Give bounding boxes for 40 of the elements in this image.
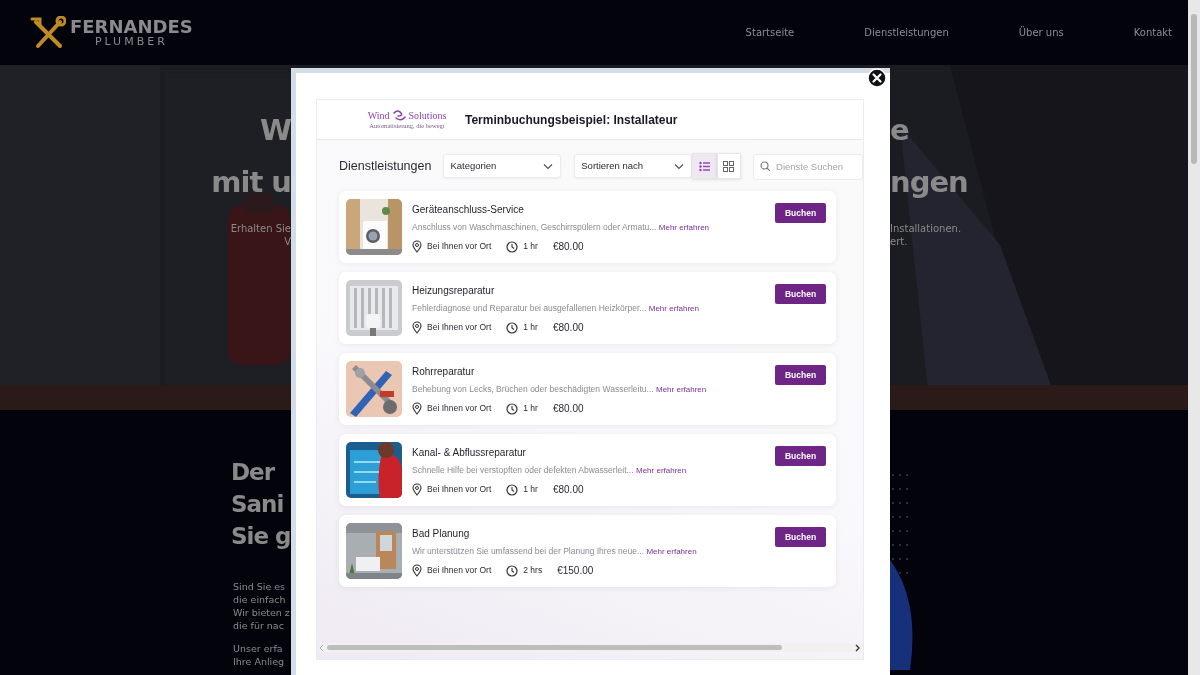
location-text: Bei Ihnen vor Ort: [427, 483, 492, 496]
location-pin-icon: [412, 564, 422, 577]
service-title: Kanal- & Abflussreparatur: [412, 446, 527, 459]
location-text: Bei Ihnen vor Ort: [427, 564, 492, 577]
body-text: Ihre Anlieg: [232, 655, 286, 668]
body-text: Unser erfa: [232, 642, 284, 655]
body-text: Sind Sie es: [232, 580, 287, 593]
clock-icon: [506, 564, 519, 577]
scroll-left-icon: [319, 643, 324, 652]
body-text: die für nac: [232, 619, 285, 632]
body-text: Wir bieten z: [232, 606, 291, 619]
section-heading-text: Der: [230, 458, 276, 487]
clock-icon: [506, 483, 519, 496]
section-heading-text: Sani: [230, 490, 285, 519]
logo-icon: [30, 15, 66, 50]
service-description: Schnelle Hilfe bei verstopften oder defekten Abwasserleit...: [412, 465, 634, 475]
duration-text: 2 hrs: [523, 564, 543, 577]
scrollbar-thumb[interactable]: [327, 645, 782, 650]
price-text: €80.00: [552, 483, 584, 497]
duration-text: 1 hr: [523, 483, 538, 496]
service-title: Bad Planung: [412, 527, 471, 540]
section-heading-text: Sie g: [230, 522, 291, 551]
nav-link[interactable]: Kontakt: [1133, 25, 1172, 40]
price-text: €150.00: [557, 564, 594, 578]
logo-title: FERNANDES: [70, 17, 193, 36]
more-link[interactable]: Mehr erfahren: [636, 466, 687, 475]
scroll-right-icon: [855, 643, 860, 652]
body-text: die einfach: [232, 593, 287, 606]
horizontal-scrollbar[interactable]: [319, 643, 863, 652]
nav-link[interactable]: Startseite: [745, 25, 795, 40]
location-pin-icon: [412, 483, 422, 496]
book-button[interactable]: Buchen: [775, 446, 826, 466]
logo-subtitle: PLUMBER: [93, 35, 169, 48]
more-link[interactable]: Mehr erfahren: [646, 547, 697, 556]
service-description: Wir unterstützen Sie umfassend bei der Planung Ihres neue...: [412, 546, 644, 556]
scrollbar[interactable]: [1188, 0, 1200, 675]
scrollbar-thumb[interactable]: [1191, 14, 1197, 164]
nav-link[interactable]: Über uns: [1018, 25, 1064, 40]
book-button[interactable]: Buchen: [775, 527, 826, 547]
nav-link[interactable]: Dienstleistungen: [864, 25, 949, 40]
